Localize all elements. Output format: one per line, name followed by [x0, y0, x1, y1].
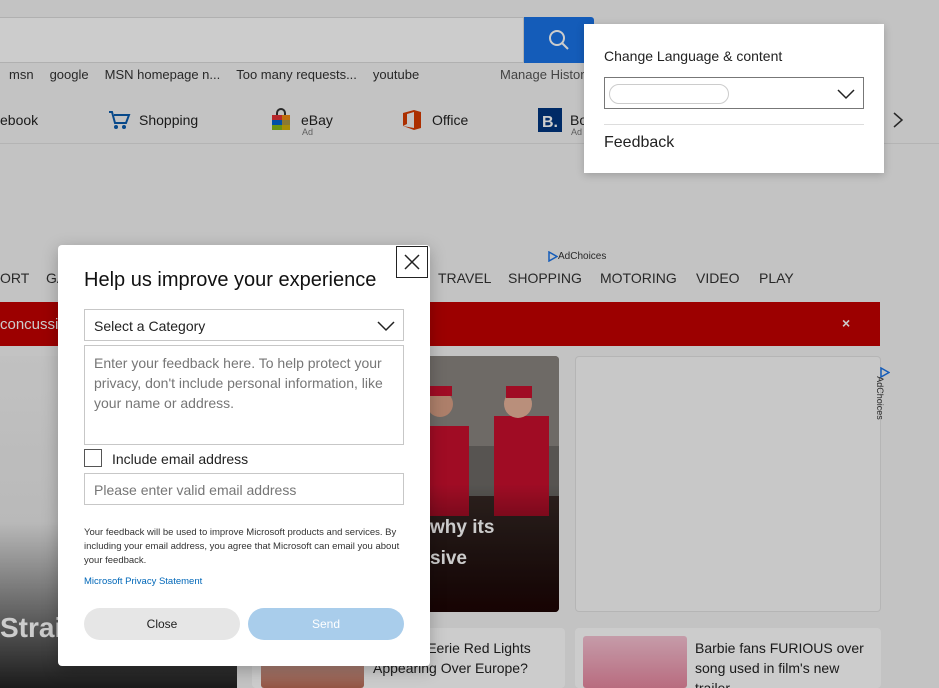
language-label: Change Language & content — [604, 48, 783, 64]
category-select[interactable]: Select a Category — [84, 309, 404, 341]
chevron-down-icon — [837, 87, 855, 105]
dialog-close-button[interactable] — [396, 246, 428, 278]
close-icon — [404, 254, 420, 270]
dialog-title: Help us improve your experience — [84, 269, 377, 291]
settings-flyout: Change Language & content Feedback — [584, 24, 884, 173]
privacy-statement-link[interactable]: Microsoft Privacy Statement — [84, 576, 202, 587]
language-value — [609, 84, 729, 104]
feedback-dialog: Help us improve your experience Select a… — [58, 245, 430, 666]
feedback-textarea[interactable]: Enter your feedback here. To help protec… — [84, 345, 404, 445]
category-select-value: Select a Category — [94, 318, 206, 334]
language-select[interactable] — [604, 77, 864, 109]
email-field[interactable]: Please enter valid email address — [84, 473, 404, 505]
feedback-link[interactable]: Feedback — [604, 134, 674, 152]
close-button[interactable]: Close — [84, 608, 240, 640]
chevron-down-icon — [377, 319, 395, 337]
include-email-label: Include email address — [112, 451, 249, 467]
divider — [604, 124, 864, 125]
feedback-disclaimer: Your feedback will be used to improve Mi… — [84, 527, 400, 566]
include-email-checkbox[interactable] — [84, 449, 102, 467]
send-button[interactable]: Send — [248, 608, 404, 640]
